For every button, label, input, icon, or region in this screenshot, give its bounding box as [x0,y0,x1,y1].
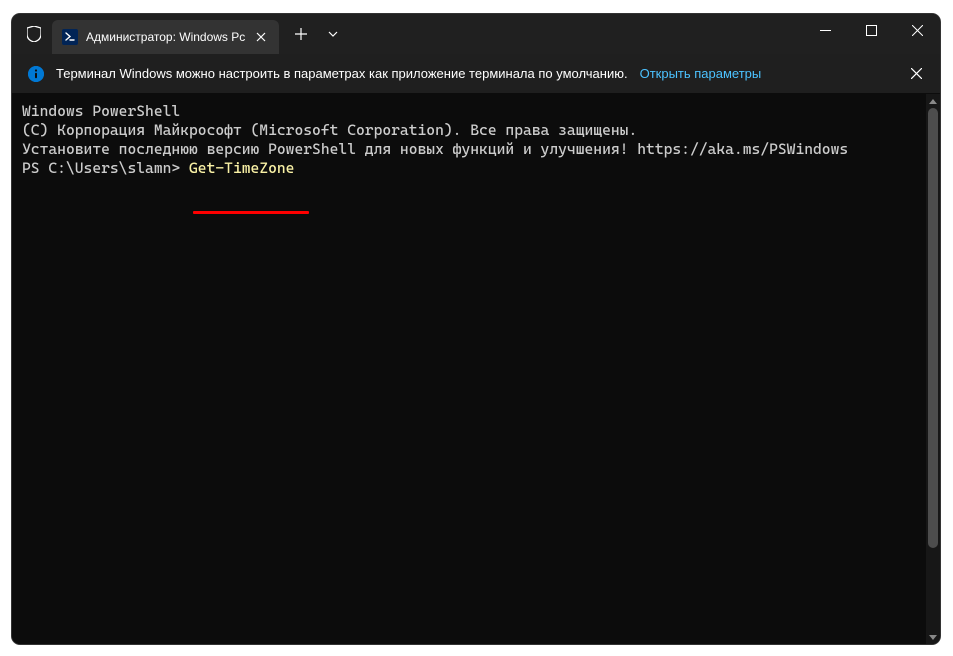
scrollbar-thumb[interactable] [928,108,938,548]
window-controls [802,14,940,54]
terminal-line: Установите последнюю версию PowerShell д… [22,140,930,159]
scrollbar-up-arrow[interactable] [926,94,940,108]
admin-shield-icon [26,25,42,43]
terminal-prompt-line: PS C:\Users\slamn> Get-TimeZone [22,159,930,178]
powershell-icon [62,29,78,45]
info-bar-close-button[interactable] [908,66,924,82]
open-settings-link[interactable]: Открыть параметры [640,66,762,81]
command-text: Get-TimeZone [189,159,294,177]
tab-powershell[interactable]: Администратор: Windows Pc [52,20,279,54]
vertical-scrollbar[interactable] [926,94,940,644]
tab-dropdown-button[interactable] [317,18,349,50]
info-icon [28,66,44,82]
terminal-content[interactable]: Windows PowerShell (C) Корпорация Майкро… [12,94,940,644]
titlebar-left: Администратор: Windows Pc [12,14,349,54]
prompt-prefix: PS C:\Users\slamn> [22,159,189,177]
scrollbar-down-arrow[interactable] [926,630,940,644]
new-tab-button[interactable] [285,18,317,50]
close-button[interactable] [894,14,940,46]
terminal-line: (C) Корпорация Майкрософт (Microsoft Cor… [22,121,930,140]
tab-close-button[interactable] [253,29,269,45]
info-bar-text: Терминал Windows можно настроить в парам… [56,66,628,81]
maximize-button[interactable] [848,14,894,46]
info-bar: Терминал Windows можно настроить в парам… [12,54,940,94]
terminal-window: Администратор: Windows Pc [12,14,940,644]
red-underline-annotation [193,211,309,214]
titlebar: Администратор: Windows Pc [12,14,940,54]
terminal-line: Windows PowerShell [22,102,930,121]
tab-title: Администратор: Windows Pc [86,30,245,44]
minimize-button[interactable] [802,14,848,46]
